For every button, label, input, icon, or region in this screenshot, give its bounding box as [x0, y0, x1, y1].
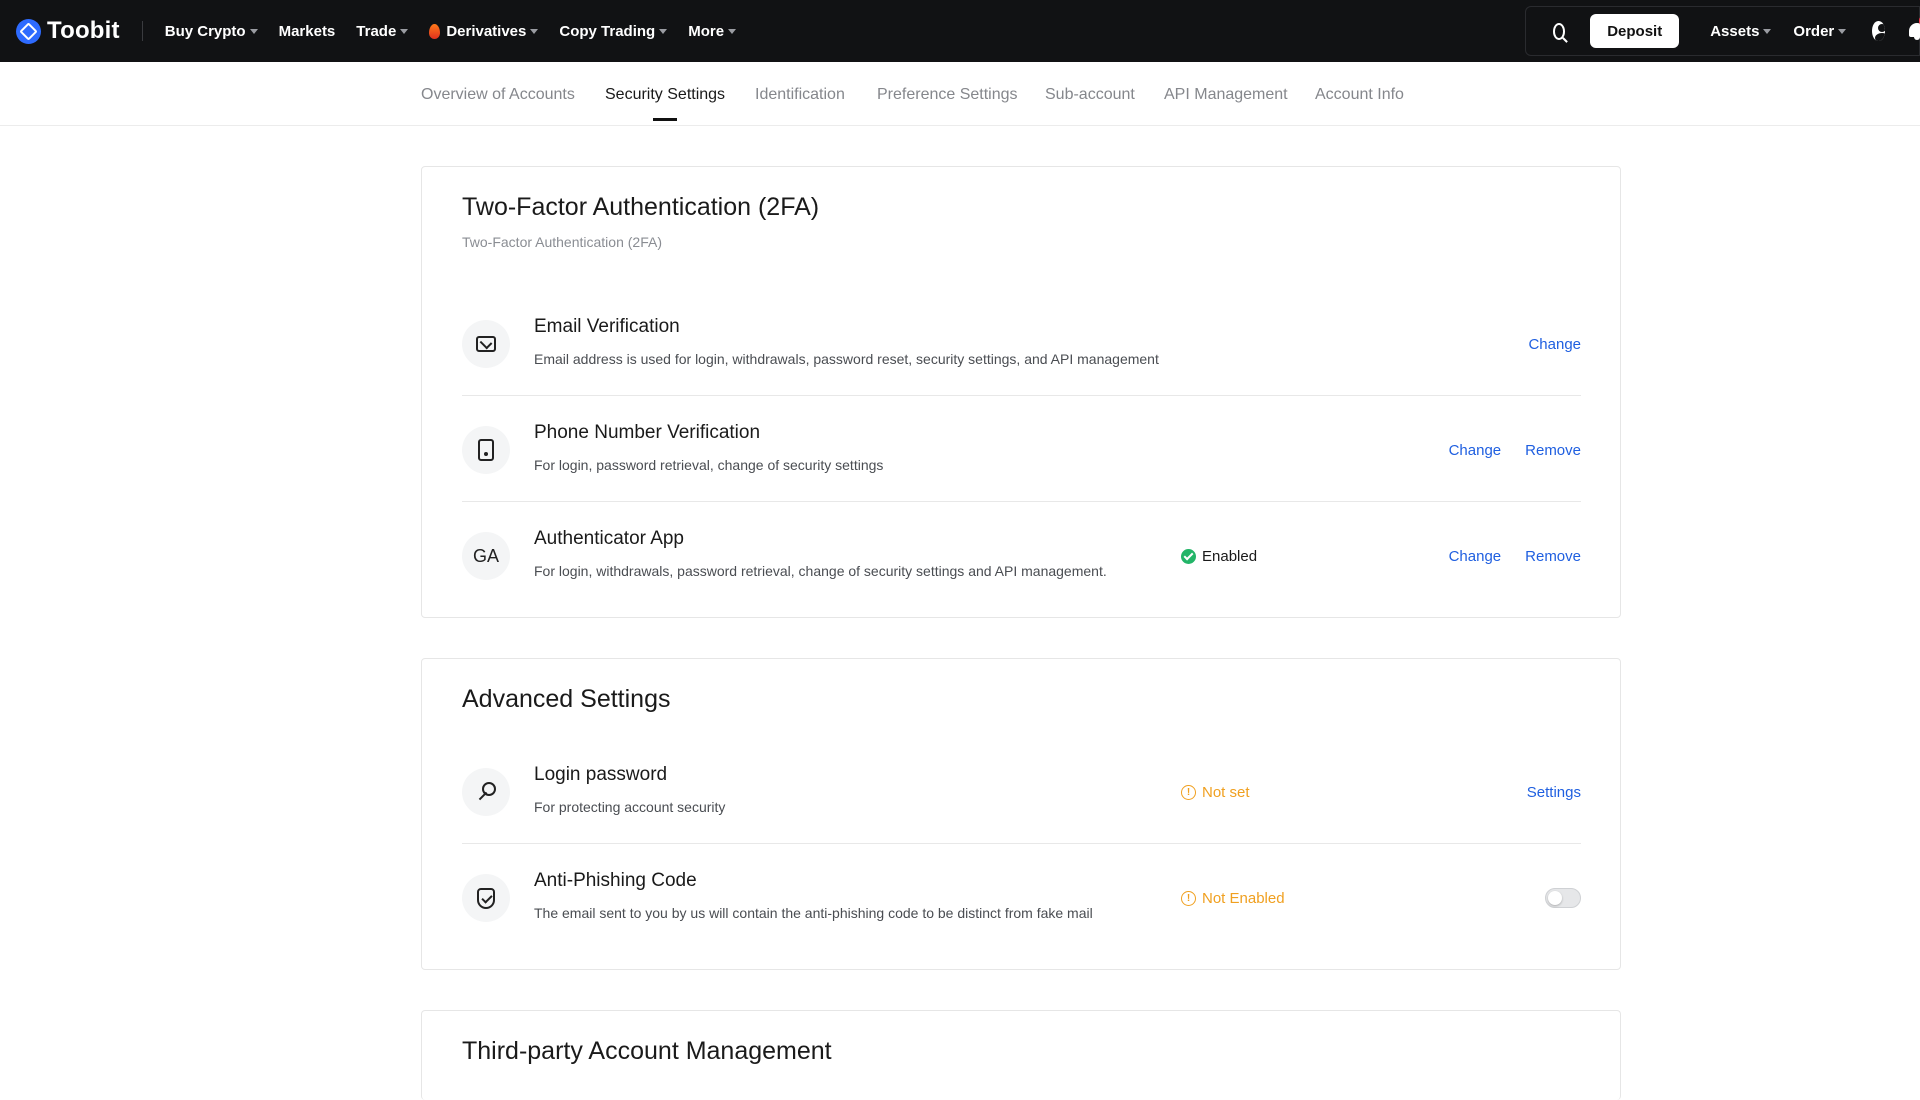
- row-actions: Settings: [1527, 784, 1581, 801]
- nav-item-label: Buy Crypto: [164, 22, 246, 40]
- info-circle-icon: !: [1181, 891, 1196, 906]
- nav-item-label: Trade: [356, 22, 397, 40]
- deposit-button[interactable]: Deposit: [1590, 14, 1680, 48]
- chevron-down-icon: [1838, 28, 1847, 34]
- row-actions: Change Remove: [1449, 548, 1581, 565]
- tab-sub-account[interactable]: Sub-account: [1045, 86, 1135, 104]
- nav-buy-crypto[interactable]: Buy Crypto: [165, 23, 258, 40]
- brand-name: Toobit: [47, 17, 120, 44]
- status-text: Enabled: [1202, 548, 1258, 565]
- phone-verification-row: Phone Number Verification For login, pas…: [462, 396, 1581, 502]
- chevron-down-icon: [530, 28, 539, 34]
- tab-api-management[interactable]: API Management: [1164, 86, 1288, 104]
- nav-order[interactable]: Order: [1793, 22, 1847, 40]
- row-description: For protecting account security: [534, 799, 726, 815]
- row-title: Anti-Phishing Code: [534, 870, 697, 891]
- chevron-down-icon: [1763, 28, 1772, 34]
- chevron-down-icon: [400, 28, 409, 34]
- nav-divider: [141, 21, 143, 41]
- ga-icon: GA: [462, 532, 510, 580]
- mail-icon: [476, 336, 496, 352]
- nav-more[interactable]: More: [688, 22, 737, 40]
- status-badge: ! Not Enabled: [1181, 890, 1285, 907]
- nav-item-label: More: [688, 22, 725, 40]
- bell-icon[interactable]: 9: [1908, 14, 1920, 40]
- row-actions: Change: [1528, 336, 1581, 353]
- nav-trade[interactable]: Trade: [356, 22, 409, 40]
- phone-remove-link[interactable]: Remove: [1525, 442, 1581, 459]
- chevron-down-icon: [659, 28, 668, 34]
- row-title: Authenticator App: [534, 528, 684, 549]
- account-tabs: Overview of Accounts Security Settings I…: [0, 62, 1920, 126]
- anti-phishing-row: Anti-Phishing Code The email sent to you…: [462, 844, 1581, 950]
- third-party-card: Third-party Account Management: [421, 1010, 1621, 1100]
- status-badge: Enabled: [1181, 548, 1257, 565]
- toobit-logo-icon: [16, 18, 41, 44]
- tab-preference-settings[interactable]: Preference Settings: [877, 86, 1018, 104]
- email-change-link[interactable]: Change: [1528, 336, 1581, 353]
- tab-account-info[interactable]: Account Info: [1315, 86, 1404, 104]
- row-description: For login, withdrawals, password retriev…: [534, 563, 1107, 579]
- row-title: Email Verification: [534, 316, 680, 337]
- third-party-title: Third-party Account Management: [462, 1037, 832, 1065]
- row-title: Login password: [534, 764, 668, 785]
- nav-copy-trading[interactable]: Copy Trading: [559, 22, 668, 40]
- two-fa-title: Two-Factor Authentication (2FA): [462, 193, 820, 221]
- search-icon[interactable]: [1553, 22, 1566, 40]
- nav-markets[interactable]: Markets: [279, 23, 336, 40]
- two-fa-card: Two-Factor Authentication (2FA) Two-Fact…: [421, 166, 1621, 618]
- advanced-settings-title: Advanced Settings: [462, 685, 671, 713]
- nav-assets[interactable]: Assets: [1710, 22, 1772, 40]
- login-password-settings-link[interactable]: Settings: [1527, 784, 1581, 801]
- advanced-settings-card: Advanced Settings Login password For pro…: [421, 658, 1621, 970]
- ga-remove-link[interactable]: Remove: [1525, 548, 1581, 565]
- two-fa-subtitle: Two-Factor Authentication (2FA): [462, 234, 662, 250]
- phone-icon: [478, 439, 494, 461]
- check-circle-icon: [1181, 549, 1196, 564]
- row-description: For login, password retrieval, change of…: [534, 457, 884, 473]
- status-text: Not Enabled: [1202, 890, 1285, 907]
- nav-item-label: Markets: [278, 22, 336, 40]
- login-password-row: Login password For protecting account se…: [462, 738, 1581, 844]
- right-nav: Deposit Assets Order 9: [1525, 6, 1920, 56]
- nav-item-label: Order: [1793, 22, 1835, 40]
- flame-icon: [429, 23, 441, 39]
- key-icon: [475, 781, 497, 803]
- chevron-down-icon: [728, 28, 737, 34]
- nav-item-label: Assets: [1710, 22, 1760, 40]
- email-icon-wrap: [462, 320, 510, 368]
- email-verification-row: Email Verification Email address is used…: [462, 290, 1581, 396]
- chevron-down-icon: [249, 28, 258, 34]
- info-circle-icon: !: [1181, 785, 1196, 800]
- phone-icon-wrap: [462, 426, 510, 474]
- top-nav-bar: Toobit Buy Crypto Markets Trade Derivati…: [0, 0, 1920, 62]
- status-badge: ! Not set: [1181, 784, 1250, 801]
- row-title: Phone Number Verification: [534, 422, 761, 443]
- key-icon-wrap: [462, 768, 510, 816]
- tab-identification[interactable]: Identification: [755, 86, 845, 104]
- user-avatar-icon[interactable]: [1872, 21, 1885, 41]
- anti-phishing-toggle[interactable]: [1545, 888, 1581, 908]
- nav-item-label: Copy Trading: [559, 22, 656, 40]
- row-actions: Change Remove: [1449, 442, 1581, 459]
- row-description: Email address is used for login, withdra…: [534, 351, 1159, 367]
- authenticator-app-row: GA Authenticator App For login, withdraw…: [462, 502, 1581, 608]
- shield-check-icon: [477, 887, 495, 909]
- shield-icon-wrap: [462, 874, 510, 922]
- tab-security-settings[interactable]: Security Settings: [605, 86, 725, 121]
- status-text: Not set: [1202, 784, 1250, 801]
- nav-derivatives[interactable]: Derivatives: [429, 22, 539, 40]
- ga-change-link[interactable]: Change: [1449, 548, 1502, 565]
- main-nav: Buy Crypto Markets Trade Derivatives Cop…: [165, 23, 757, 40]
- brand-logo[interactable]: Toobit: [16, 17, 120, 45]
- nav-item-label: Derivatives: [446, 22, 527, 40]
- tab-overview-of-accounts[interactable]: Overview of Accounts: [421, 86, 575, 104]
- phone-change-link[interactable]: Change: [1449, 442, 1502, 459]
- row-description: The email sent to you by us will contain…: [534, 905, 1093, 921]
